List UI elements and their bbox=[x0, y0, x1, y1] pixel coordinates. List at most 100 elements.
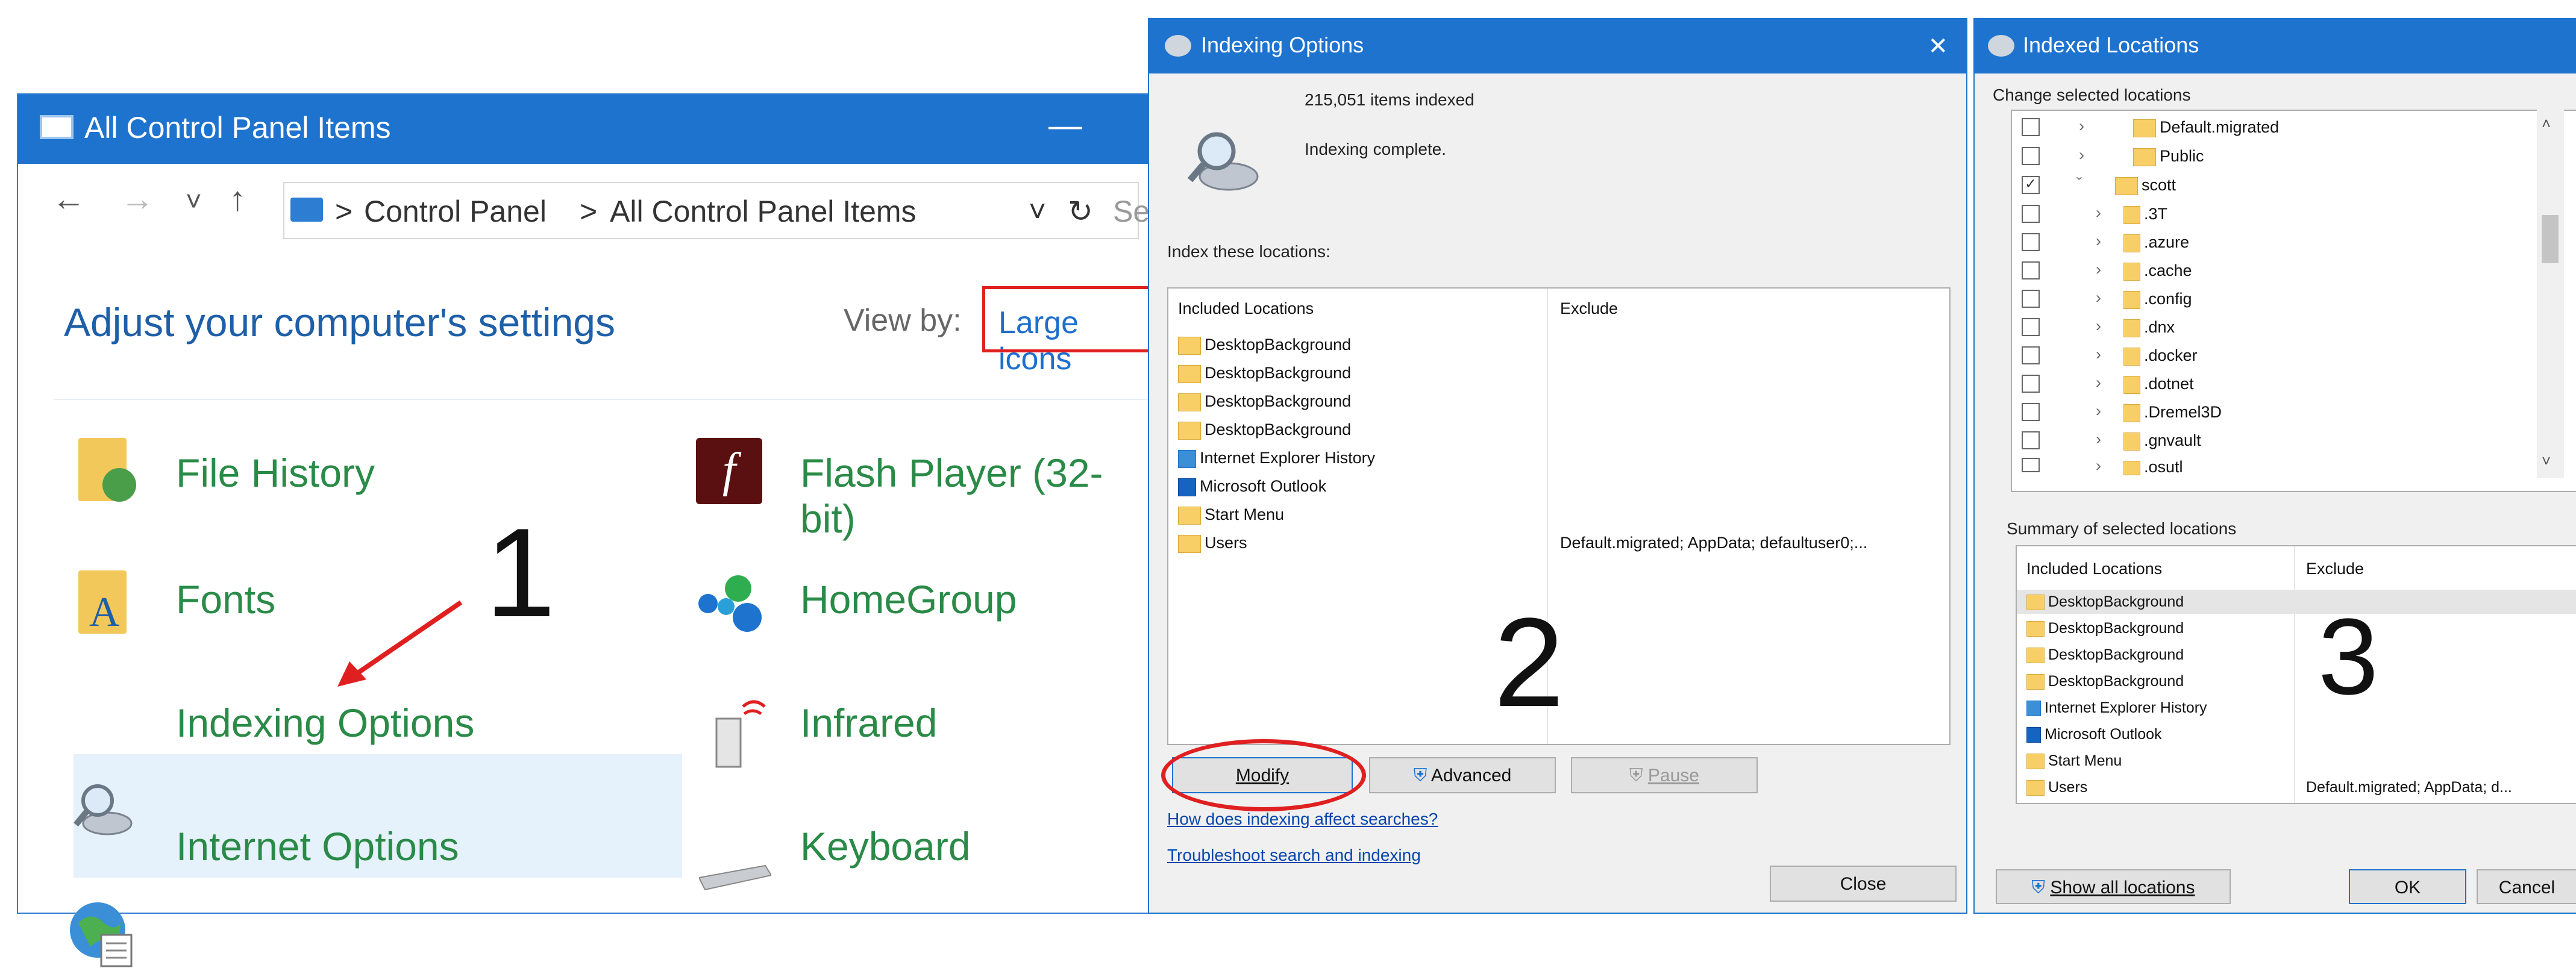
tree-item[interactable]: .azure bbox=[2123, 233, 2189, 252]
list-item[interactable]: DesktopBackground bbox=[2026, 620, 2184, 637]
item-keyboard[interactable]: Keyboard bbox=[800, 823, 971, 869]
ok-button[interactable]: OK bbox=[2349, 869, 2466, 904]
checkbox[interactable] bbox=[2022, 290, 2040, 308]
expand-chevron-icon[interactable]: › bbox=[2096, 260, 2101, 279]
refresh-icon[interactable]: ↻ bbox=[1068, 194, 1093, 229]
folder-icon bbox=[2026, 754, 2045, 770]
column-header-exclude[interactable]: Exclude bbox=[2306, 560, 2364, 578]
back-button[interactable]: ← bbox=[52, 179, 86, 218]
item-internet-options[interactable]: Internet Options bbox=[176, 823, 459, 869]
tree-item[interactable]: scott bbox=[2115, 176, 2176, 195]
tree-item[interactable]: .dnx bbox=[2123, 318, 2175, 337]
tree-item[interactable]: .cache bbox=[2123, 261, 2192, 281]
list-item[interactable]: Users bbox=[2026, 779, 2087, 796]
checkbox[interactable] bbox=[2022, 403, 2040, 421]
folder-icon bbox=[1178, 506, 1201, 525]
expand-chevron-icon[interactable]: › bbox=[2096, 317, 2101, 336]
tree-item[interactable]: .config bbox=[2123, 290, 2192, 309]
tree-scrollbar[interactable]: ˄ ˅ bbox=[2537, 110, 2564, 478]
expand-chevron-icon[interactable]: › bbox=[2096, 457, 2101, 475]
folder-icon bbox=[2123, 234, 2140, 252]
expand-chevron-icon[interactable]: › bbox=[2096, 373, 2101, 392]
scroll-up-icon[interactable]: ˄ bbox=[2542, 114, 2551, 133]
checkbox[interactable] bbox=[2022, 375, 2040, 393]
checkbox[interactable] bbox=[2022, 118, 2040, 136]
troubleshoot-link[interactable]: Troubleshoot search and indexing bbox=[1167, 846, 1421, 865]
up-button[interactable]: ↑ bbox=[229, 179, 246, 218]
item-indexing-options[interactable]: Indexing Options bbox=[176, 700, 474, 746]
column-header-exclude[interactable]: Exclude bbox=[1560, 299, 1618, 318]
list-item[interactable]: DesktopBackground bbox=[1178, 392, 1351, 411]
advanced-button[interactable]: ⛨ Advanced bbox=[1369, 757, 1556, 793]
list-item[interactable]: DesktopBackground bbox=[2026, 646, 2184, 664]
address-dropdown-icon[interactable]: ˅ bbox=[1029, 194, 1046, 229]
expand-chevron-icon[interactable]: › bbox=[2096, 204, 2101, 222]
tree-item[interactable]: .osutl bbox=[2123, 458, 2183, 476]
list-item[interactable]: DesktopBackground bbox=[1178, 364, 1351, 383]
show-all-locations-button[interactable]: ⛨ Show all locations bbox=[1996, 869, 2231, 904]
search-input[interactable]: Se bbox=[1113, 194, 1150, 229]
how-indexing-affects-link[interactable]: How does indexing affect searches? bbox=[1167, 810, 1438, 829]
item-file-history[interactable]: File History bbox=[176, 450, 375, 496]
close-icon[interactable]: ✕ bbox=[1928, 33, 1948, 60]
expand-chevron-icon[interactable]: › bbox=[2079, 146, 2084, 164]
expand-chevron-icon[interactable]: › bbox=[2079, 117, 2084, 136]
indexing-title-icon bbox=[1165, 35, 1191, 57]
checkbox[interactable] bbox=[2022, 205, 2040, 223]
minimize-button[interactable]: — bbox=[1048, 105, 1082, 145]
list-item[interactable]: Start Menu bbox=[1178, 505, 1284, 525]
checkbox[interactable] bbox=[2022, 233, 2040, 251]
list-item[interactable]: Microsoft Outlook bbox=[1178, 477, 1326, 496]
expand-chevron-icon[interactable]: › bbox=[2096, 345, 2101, 364]
forward-button[interactable]: → bbox=[121, 179, 154, 218]
list-item[interactable]: Internet Explorer History bbox=[1178, 449, 1375, 468]
list-item[interactable]: Users bbox=[1178, 534, 1247, 553]
tree-item[interactable]: .Dremel3D bbox=[2123, 403, 2222, 422]
collapse-chevron-icon[interactable]: ˇ bbox=[2076, 175, 2082, 193]
checkbox[interactable] bbox=[2022, 147, 2040, 165]
list-item[interactable]: DesktopBackground bbox=[2026, 593, 2184, 611]
checkbox[interactable] bbox=[2022, 458, 2040, 472]
users-exclude-value: Default.migrated; AppData; d... bbox=[2306, 779, 2512, 796]
item-fonts[interactable]: Fonts bbox=[176, 576, 275, 622]
summary-list[interactable]: Included Locations Exclude DesktopBackgr… bbox=[2016, 545, 2576, 804]
list-item[interactable]: DesktopBackground bbox=[1178, 420, 1351, 440]
column-header-included[interactable]: Included Locations bbox=[1178, 299, 1314, 318]
folder-icon bbox=[2123, 432, 2140, 451]
breadcrumb-control-panel[interactable]: Control Panel bbox=[364, 194, 547, 229]
recent-locations-button[interactable]: ˅ bbox=[186, 185, 202, 217]
locations-list[interactable]: Included Locations Exclude DesktopBackgr… bbox=[1167, 287, 1951, 745]
tree-item[interactable]: .gnvault bbox=[2123, 431, 2201, 451]
item-homegroup[interactable]: HomeGroup bbox=[800, 576, 1017, 622]
tree-item[interactable]: Default.migrated bbox=[2133, 118, 2279, 137]
checkbox[interactable] bbox=[2022, 261, 2040, 279]
breadcrumb-all-items[interactable]: All Control Panel Items bbox=[610, 194, 917, 229]
tree-item[interactable]: Public bbox=[2133, 147, 2204, 166]
tree-item[interactable]: .dotnet bbox=[2123, 375, 2194, 394]
list-item[interactable]: Start Menu bbox=[2026, 752, 2122, 770]
address-bar[interactable]: > Control Panel > All Control Panel Item… bbox=[283, 182, 1150, 239]
expand-chevron-icon[interactable]: › bbox=[2096, 232, 2101, 251]
list-item[interactable]: Internet Explorer History bbox=[2026, 699, 2207, 717]
column-header-included[interactable]: Included Locations bbox=[2026, 560, 2162, 578]
item-flash-player[interactable]: Flash Player (32-bit) bbox=[800, 450, 1149, 542]
list-item[interactable]: Microsoft Outlook bbox=[2026, 726, 2162, 743]
checkbox[interactable] bbox=[2022, 431, 2040, 449]
expand-chevron-icon[interactable]: › bbox=[2096, 430, 2101, 449]
item-infrared[interactable]: Infrared bbox=[800, 700, 937, 746]
list-item[interactable]: DesktopBackground bbox=[1178, 336, 1351, 355]
close-button[interactable]: Close bbox=[1770, 866, 1957, 902]
cancel-button[interactable]: Cancel bbox=[2477, 869, 2576, 904]
expand-chevron-icon[interactable]: › bbox=[2096, 289, 2101, 307]
scroll-down-icon[interactable]: ˅ bbox=[2542, 452, 2551, 470]
list-item[interactable]: DesktopBackground bbox=[2026, 673, 2184, 690]
view-by-dropdown[interactable]: Large icons bbox=[982, 286, 1163, 376]
checkbox-checked[interactable]: ✓ bbox=[2022, 176, 2040, 194]
checkbox[interactable] bbox=[2022, 346, 2040, 364]
expand-chevron-icon[interactable]: › bbox=[2096, 402, 2101, 420]
scroll-thumb[interactable] bbox=[2542, 215, 2559, 263]
checkbox[interactable] bbox=[2022, 318, 2040, 336]
tree-item[interactable]: .3T bbox=[2123, 205, 2167, 224]
tree-item[interactable]: .docker bbox=[2123, 346, 2198, 366]
pause-button[interactable]: ⛨ Pause bbox=[1571, 757, 1758, 793]
